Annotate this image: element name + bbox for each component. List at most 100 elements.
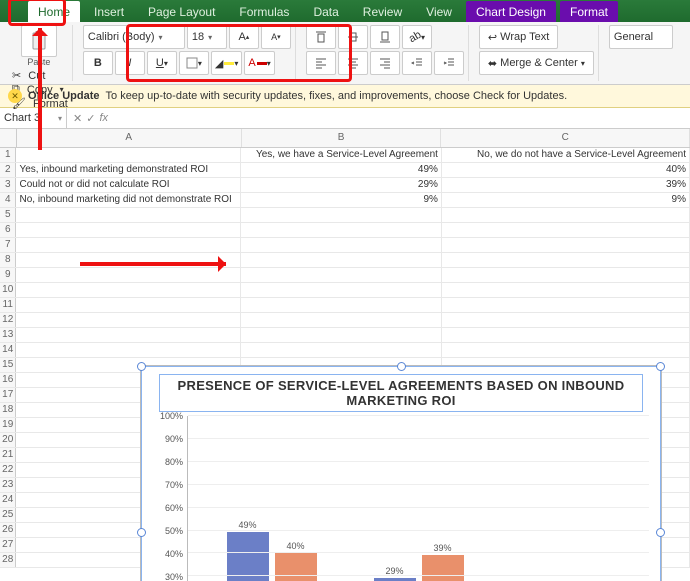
cell[interactable] [442,328,690,342]
row-header[interactable]: 20 [0,433,16,447]
cell[interactable] [442,208,690,222]
merge-center-button[interactable]: ⬌ Merge & Center ▾ [479,51,594,75]
cell[interactable] [16,283,241,297]
cell[interactable] [16,238,241,252]
cell[interactable]: 9% [442,193,690,207]
italic-button[interactable]: I [115,51,145,75]
cell[interactable]: No, we do not have a Service-Level Agree… [442,148,690,162]
tab-insert[interactable]: Insert [84,1,134,22]
row-header[interactable]: 28 [0,553,16,567]
shrink-font-button[interactable]: A▾ [261,25,291,49]
cell[interactable] [442,223,690,237]
bold-button[interactable]: B [83,51,113,75]
row-header[interactable]: 14 [0,343,16,357]
cell[interactable] [16,208,241,222]
font-color-button[interactable]: A▾ [244,51,274,75]
row-header[interactable]: 13 [0,328,16,342]
fill-color-button[interactable]: ◢▾ [211,51,242,75]
column-header-a[interactable]: A [17,129,242,147]
cell[interactable] [241,268,442,282]
row-header[interactable]: 27 [0,538,16,552]
row-header[interactable]: 24 [0,493,16,507]
cell[interactable] [442,238,690,252]
cell[interactable] [442,253,690,267]
row-header[interactable]: 3 [0,178,16,192]
align-right-button[interactable] [370,51,400,75]
border-button[interactable]: ▾ [179,51,209,75]
row-header[interactable]: 4 [0,193,16,207]
number-format-select[interactable]: General [609,25,673,49]
cell[interactable] [16,298,241,312]
cell[interactable] [241,313,442,327]
align-bottom-button[interactable] [370,25,400,49]
cell[interactable] [442,313,690,327]
enter-formula-icon[interactable]: ✓ [86,112,95,125]
row-header[interactable]: 15 [0,358,16,372]
bar[interactable]: 40% [275,553,317,581]
bar[interactable]: 39% [422,555,464,581]
resize-handle[interactable] [397,362,406,371]
cell[interactable] [16,223,241,237]
row-header[interactable]: 6 [0,223,16,237]
align-center-button[interactable] [338,51,368,75]
row-header[interactable]: 26 [0,523,16,537]
tab-chart-design[interactable]: Chart Design [466,1,556,22]
select-all-corner[interactable] [0,129,17,147]
row-header[interactable]: 7 [0,238,16,252]
chart-title[interactable]: PRESENCE OF SERVICE-LEVEL AGREEMENTS BAS… [159,374,643,412]
font-size-select[interactable]: 18▾ [187,25,227,49]
underline-button[interactable]: U▾ [147,51,177,75]
align-left-button[interactable] [306,51,336,75]
embedded-chart[interactable]: PRESENCE OF SERVICE-LEVEL AGREEMENTS BAS… [140,365,662,581]
cell[interactable]: Yes, inbound marketing demonstrated ROI [16,163,241,177]
tab-view[interactable]: View [416,1,462,22]
row-header[interactable]: 2 [0,163,16,177]
cell[interactable]: 29% [241,178,442,192]
cell[interactable] [241,298,442,312]
cell[interactable] [241,208,442,222]
cell[interactable] [241,328,442,342]
row-header[interactable]: 21 [0,448,16,462]
row-header[interactable]: 12 [0,313,16,327]
close-message-button[interactable]: ✕ [8,89,22,103]
cell[interactable]: Could not or did not calculate ROI [16,178,241,192]
row-header[interactable]: 9 [0,268,16,282]
tab-format[interactable]: Format [560,1,618,22]
row-header[interactable]: 11 [0,298,16,312]
cell[interactable] [442,298,690,312]
tab-home[interactable]: Home [28,1,80,22]
column-header-c[interactable]: C [441,129,690,147]
cell[interactable]: 49% [241,163,442,177]
row-header[interactable]: 18 [0,403,16,417]
cell[interactable]: 9% [241,193,442,207]
decrease-indent-button[interactable] [402,51,432,75]
cell[interactable] [241,253,442,267]
resize-handle[interactable] [137,528,146,537]
resize-handle[interactable] [656,528,665,537]
resize-handle[interactable] [656,362,665,371]
cell[interactable] [241,223,442,237]
cell[interactable]: No, inbound marketing did not demonstrat… [16,193,241,207]
row-header[interactable]: 17 [0,388,16,402]
grow-font-button[interactable]: A▴ [229,25,259,49]
tab-review[interactable]: Review [353,1,412,22]
cell[interactable] [16,148,241,162]
cell[interactable]: Yes, we have a Service-Level Agreement [241,148,442,162]
bar[interactable]: 49% [227,532,269,581]
cell[interactable] [241,238,442,252]
column-header-b[interactable]: B [242,129,442,147]
wrap-text-button[interactable]: ↩ Wrap Text [479,25,558,49]
row-header[interactable]: 23 [0,478,16,492]
tab-data[interactable]: Data [303,1,348,22]
tab-page-layout[interactable]: Page Layout [138,1,225,22]
increase-indent-button[interactable] [434,51,464,75]
cancel-formula-icon[interactable]: ✕ [73,112,82,125]
cell[interactable] [241,283,442,297]
font-name-select[interactable]: Calibri (Body)▾ [83,25,185,49]
row-header[interactable]: 10 [0,283,16,297]
cell[interactable]: 39% [442,178,690,192]
cell[interactable] [241,343,442,357]
cell[interactable] [16,268,241,282]
align-top-button[interactable] [306,25,336,49]
cell[interactable] [442,283,690,297]
